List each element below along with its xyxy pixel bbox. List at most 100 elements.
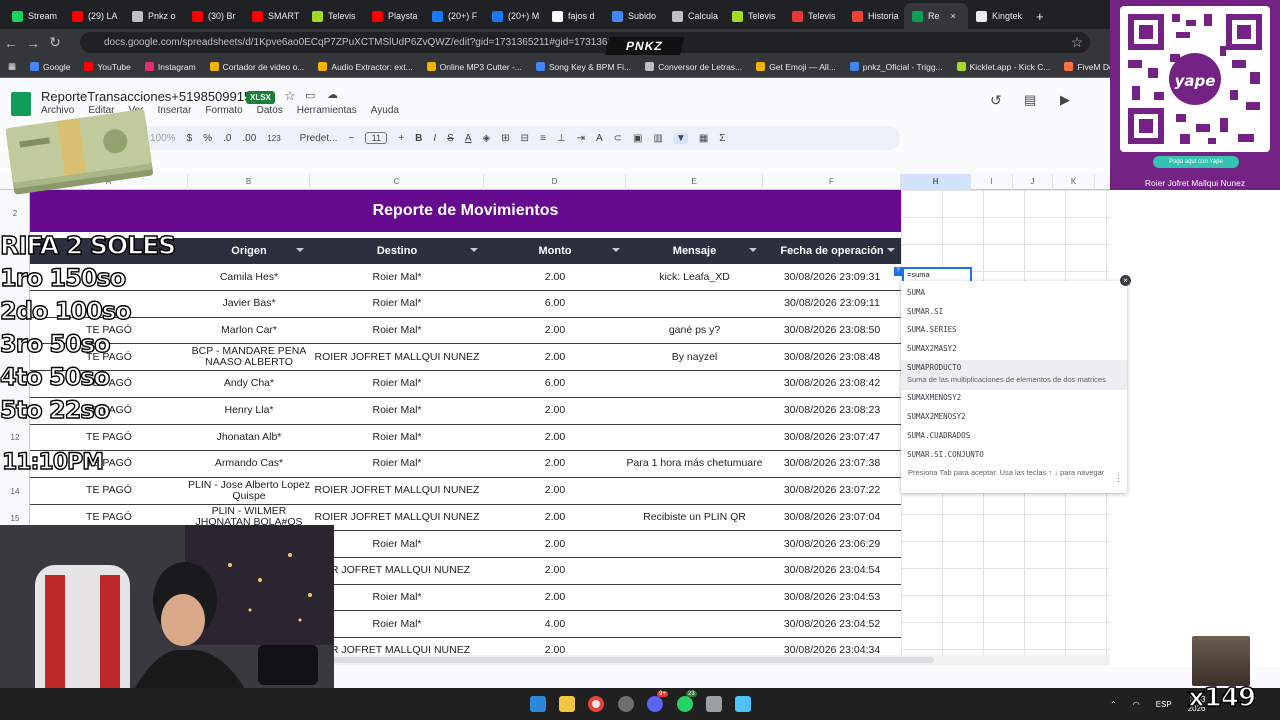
cell-destino[interactable]: Roier Mal* [310, 584, 484, 610]
browser-tab[interactable]: Historia [844, 3, 904, 29]
column-header[interactable]: J [1013, 174, 1053, 190]
suggestion-item[interactable]: SUMA.SERIES [907, 325, 957, 334]
menu-item[interactable]: Insertar [158, 105, 192, 116]
browser-tab[interactable]: Televis [304, 3, 364, 29]
browser-tab[interactable]: Kingtek [968, 3, 1028, 29]
browser-tab[interactable]: Televis [724, 3, 784, 29]
cell-origen[interactable]: Camila Hes* [188, 264, 310, 290]
bookmark-item[interactable]: Instagram [144, 62, 196, 72]
browser-tab[interactable]: Re × [904, 3, 968, 29]
column-header[interactable]: H [901, 174, 971, 190]
strikethrough-icon[interactable]: S [447, 133, 454, 144]
comment-icon[interactable]: ▣ [633, 133, 642, 144]
cell-monto[interactable]: 2.00 [484, 478, 626, 504]
fill-color-icon[interactable]: ◈ [483, 133, 491, 144]
filter-dropdown-icon[interactable] [887, 248, 895, 252]
cell-monto[interactable]: 4.00 [484, 611, 626, 637]
meet-icon[interactable]: ▶ [1060, 92, 1070, 108]
chrome-icon[interactable] [588, 696, 604, 712]
cell-mensaje[interactable] [626, 531, 763, 557]
star-icon[interactable]: ☆ [284, 88, 296, 104]
cell-fecha[interactable]: 30/08/2026 23:08:23 [763, 398, 901, 424]
cell-fecha[interactable]: 30/08/2026 23:09:31 [763, 264, 901, 290]
table-row[interactable]: TE PAGÓ Armando Cas* Roier Mal* 2.00 Para 1 … [30, 451, 901, 478]
cell-mensaje[interactable] [626, 424, 763, 450]
cell-mensaje[interactable] [626, 611, 763, 637]
tray-chevron-icon[interactable]: ⌃ [1110, 700, 1117, 709]
column-header[interactable]: D [484, 174, 626, 190]
cell-fecha[interactable]: 30/08/2026 23:04:52 [763, 611, 901, 637]
bookmark-item[interactable]: Online MP3 Cutter -... [426, 62, 522, 72]
suggestion-item[interactable]: SUMAX2MASY2 [907, 344, 957, 353]
formula-help-icon[interactable]: ? [894, 267, 902, 276]
column-header[interactable]: C [310, 174, 484, 190]
cell-fecha[interactable]: 30/08/2026 23:07:22 [763, 478, 901, 504]
cell-destino[interactable]: ROIER JOFRET MALLQUI NUNEZ [310, 344, 484, 370]
suggestion-item[interactable]: SUMAXMENOSY2 [907, 393, 961, 402]
suggestion-item[interactable]: SUMA.CUADRADOS [907, 431, 970, 440]
suggestion-item[interactable]: SUMAPRODUCTO [907, 363, 961, 372]
bookmark-item[interactable]: Audio Extractor: ext... [318, 62, 413, 72]
cell-mensaje[interactable] [626, 638, 763, 655]
discord-icon[interactable] [647, 696, 663, 712]
file-explorer-icon[interactable] [559, 696, 575, 712]
filter-dropdown-icon[interactable] [470, 248, 478, 252]
row-number[interactable]: 2 [0, 209, 30, 218]
close-icon[interactable]: × [1120, 275, 1131, 286]
cell-origen[interactable]: Andy Cha* [188, 371, 310, 397]
cell-fecha[interactable]: 30/08/2026 23:08:42 [763, 371, 901, 397]
back-icon[interactable]: ← [0, 35, 22, 51]
menu-item[interactable]: Herramientas [297, 105, 357, 116]
font-size-decrease-icon[interactable]: − [348, 133, 354, 144]
browser-tab[interactable]: (29) LA [64, 3, 124, 29]
cell-mensaje[interactable] [626, 584, 763, 610]
cell-destino[interactable]: Roier Mal* [310, 398, 484, 424]
history-icon[interactable]: ↺ [990, 92, 1002, 109]
more-options-icon[interactable]: ⋮ [1114, 473, 1123, 484]
browser-tab[interactable]: (20+) F [424, 3, 484, 29]
cell-monto[interactable]: 6.00 [484, 291, 626, 317]
cell-destino[interactable]: Roier Mal* [310, 451, 484, 477]
filter-dropdown-icon[interactable] [612, 248, 620, 252]
cell-fecha[interactable]: 30/08/2026 23:08:50 [763, 317, 901, 343]
font-size-field[interactable]: 11 [365, 132, 388, 144]
bookmark-item[interactable]: pnkz_Oficial - Trigg... [849, 62, 943, 72]
filter-views-icon[interactable]: ▦ [699, 133, 708, 144]
cell-mensaje[interactable] [626, 398, 763, 424]
cell-monto[interactable]: 2.00 [484, 584, 626, 610]
horizontal-scrollbar[interactable] [334, 655, 1110, 665]
browser-tab[interactable]: Stream [4, 3, 64, 29]
cell-origen[interactable]: Javier Bas* [188, 291, 310, 317]
browser-tab[interactable]: Playsta [364, 3, 424, 29]
cell-origen[interactable]: Marlon Car* [188, 317, 310, 343]
cell-monto[interactable]: 6.00 [484, 371, 626, 397]
cell-fecha[interactable]: 30/08/2026 23:04:54 [763, 558, 901, 584]
cell-monto[interactable]: 2.00 [484, 451, 626, 477]
bookmark-item[interactable]: Kicklet.app - Kick C... [956, 62, 1050, 72]
column-header[interactable]: B [188, 174, 310, 190]
language-indicator[interactable]: ESP [1156, 700, 1172, 709]
cell-destino[interactable]: ROIER JOFRET MALLQUI NUNEZ [310, 504, 484, 530]
bold-icon[interactable]: B [415, 133, 422, 144]
cell-fecha[interactable]: 30/08/2026 23:04:53 [763, 584, 901, 610]
cell-destino[interactable]: Roier Mal* [310, 371, 484, 397]
cell-destino[interactable]: Roier Mal* [310, 317, 484, 343]
column-header[interactable]: I [971, 174, 1013, 190]
cell-monto[interactable]: 2.00 [484, 344, 626, 370]
cell-origen[interactable]: PLIN - Jose Alberto Lopez Quispe [188, 478, 310, 504]
cell-monto[interactable]: 2.00 [484, 317, 626, 343]
wifi-icon[interactable]: ◠ [1133, 700, 1140, 709]
font-select[interactable]: Predet... [300, 133, 338, 144]
browser-tab[interactable]: SMART [244, 3, 304, 29]
vertical-align-icon[interactable]: ⊥ [557, 133, 566, 144]
cell-fecha[interactable]: 30/08/2026 23:07:38 [763, 451, 901, 477]
number-format-button[interactable]: 123 [267, 134, 280, 143]
cell-mensaje[interactable] [626, 291, 763, 317]
suggestion-item[interactable]: SUMAX2MENOSY2 [907, 412, 966, 421]
font-size-increase-icon[interactable]: + [398, 133, 404, 144]
apps-grid-icon[interactable]: ▦ [8, 61, 16, 72]
browser-tab[interactable]: (30) Br [184, 3, 244, 29]
chart-icon[interactable]: ▥ [653, 133, 662, 144]
bookmark-item[interactable]: Google [30, 62, 70, 72]
cell-monto[interactable]: 2.00 [484, 424, 626, 450]
